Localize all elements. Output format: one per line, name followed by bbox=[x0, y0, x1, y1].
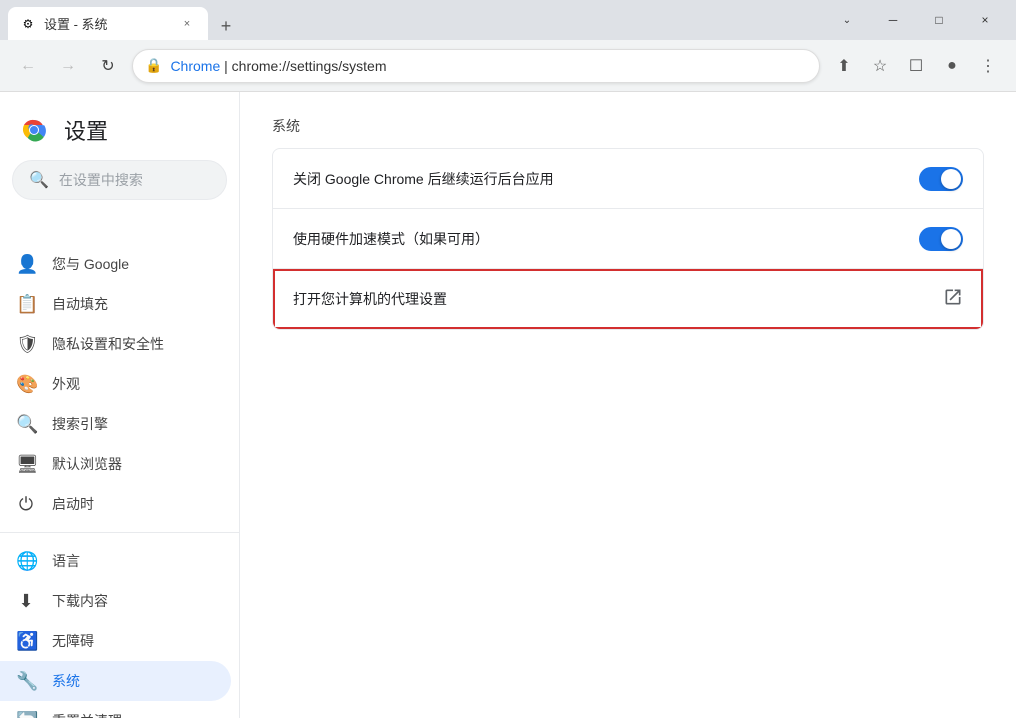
shield-icon: 🛡 bbox=[16, 334, 36, 355]
sidebar-item-label: 重置并清理 bbox=[52, 711, 122, 718]
sidebar-item-label: 搜索引擎 bbox=[52, 414, 108, 434]
sidebar-item-label: 系统 bbox=[52, 671, 80, 691]
background-apps-toggle[interactable] bbox=[919, 167, 963, 191]
url-separator: | bbox=[220, 58, 231, 74]
new-tab-button[interactable]: + bbox=[212, 12, 240, 40]
main-layout: 设置 🔍 在设置中搜索 👤 您与 Google 📋 自动填充 🛡 隐私设置和安全… bbox=[0, 92, 1016, 718]
addressbar-actions: ⬆ ☆ ☐ ● ⋮ bbox=[828, 50, 1004, 82]
sidebar-item-google-account[interactable]: 👤 您与 Google bbox=[0, 244, 231, 284]
forward-button[interactable]: → bbox=[52, 50, 84, 82]
toggle-knob bbox=[941, 229, 961, 249]
titlebar: ⚙ 设置 - 系统 × + ⌄ ─ □ × bbox=[0, 0, 1016, 40]
sidebar-item-label: 语言 bbox=[52, 551, 80, 571]
appearance-icon: 🎨 bbox=[16, 374, 36, 395]
tab-strip: ⚙ 设置 - 系统 × + bbox=[8, 0, 824, 40]
tab-favicon: ⚙ bbox=[20, 16, 36, 32]
person-icon: 👤 bbox=[16, 254, 36, 275]
sidebar-item-appearance[interactable]: 🎨 外观 bbox=[0, 364, 231, 404]
sidebar-item-language[interactable]: 🌐 语言 bbox=[0, 541, 231, 581]
sidebar-title: 设置 bbox=[64, 114, 108, 146]
sidebar-item-default-browser[interactable]: 🖥 默认浏览器 bbox=[0, 444, 231, 484]
download-icon: ⬇ bbox=[16, 591, 36, 612]
sidebar-item-system[interactable]: 🔧 系统 bbox=[0, 661, 231, 701]
external-link-icon[interactable] bbox=[943, 287, 963, 312]
maximize-button[interactable]: □ bbox=[916, 0, 962, 40]
bookmark-button[interactable]: ☆ bbox=[864, 50, 896, 82]
window-controls: ⌄ ─ □ × bbox=[824, 0, 1008, 40]
toggle-knob bbox=[941, 169, 961, 189]
sidebar-item-reset[interactable]: 🔄 重置并清理 bbox=[0, 701, 231, 718]
back-button[interactable]: ← bbox=[12, 50, 44, 82]
url-lock-icon: 🔒 bbox=[145, 57, 162, 74]
sidebar-item-label: 隐私设置和安全性 bbox=[52, 334, 164, 354]
settings-search-bar[interactable]: 🔍 在设置中搜索 bbox=[12, 160, 227, 200]
url-path: chrome://settings/system bbox=[232, 58, 387, 74]
hardware-acceleration-label: 使用硬件加速模式（如果可用） bbox=[293, 229, 903, 249]
hardware-acceleration-toggle[interactable] bbox=[919, 227, 963, 251]
proxy-settings-row[interactable]: 打开您计算机的代理设置 bbox=[273, 269, 983, 329]
search-engine-icon: 🔍 bbox=[16, 414, 36, 435]
sidebar-item-label: 无障碍 bbox=[52, 631, 94, 651]
tab-title: 设置 - 系统 bbox=[44, 14, 170, 33]
sidebar-item-downloads[interactable]: ⬇ 下载内容 bbox=[0, 581, 231, 621]
sidebar-item-search-engine[interactable]: 🔍 搜索引擎 bbox=[0, 404, 231, 444]
sidebar-divider bbox=[0, 532, 239, 533]
hardware-acceleration-row: 使用硬件加速模式（如果可用） bbox=[273, 209, 983, 269]
autofill-icon: 📋 bbox=[16, 294, 36, 315]
sidebar-item-label: 外观 bbox=[52, 374, 80, 394]
reset-icon: 🔄 bbox=[16, 711, 36, 718]
addressbar: ← → ↻ 🔒 Chrome | chrome://settings/syste… bbox=[0, 40, 1016, 92]
background-apps-row: 关闭 Google Chrome 后继续运行后台应用 bbox=[273, 149, 983, 209]
url-bar[interactable]: 🔒 Chrome | chrome://settings/system bbox=[132, 49, 820, 83]
sidebar: 设置 🔍 在设置中搜索 👤 您与 Google 📋 自动填充 🛡 隐私设置和安全… bbox=[0, 92, 240, 718]
tab-close-button[interactable]: × bbox=[178, 15, 196, 33]
sidebar-item-startup[interactable]: ⏻ 启动时 bbox=[0, 484, 231, 524]
minimize-button[interactable]: ─ bbox=[870, 0, 916, 40]
sidebar-item-label: 默认浏览器 bbox=[52, 454, 122, 474]
search-placeholder: 在设置中搜索 bbox=[59, 170, 143, 190]
collapse-button[interactable]: ⌄ bbox=[824, 0, 870, 40]
url-brand: Chrome bbox=[170, 58, 220, 74]
active-tab[interactable]: ⚙ 设置 - 系统 × bbox=[8, 7, 208, 40]
sidebar-header: 设置 bbox=[0, 92, 239, 160]
settings-content: 系统 关闭 Google Chrome 后继续运行后台应用 使用硬件加速模式（如… bbox=[240, 92, 1016, 718]
profile-button[interactable]: ● bbox=[936, 50, 968, 82]
sidebar-item-accessibility[interactable]: ♿ 无障碍 bbox=[0, 621, 231, 661]
close-button[interactable]: × bbox=[962, 0, 1008, 40]
sidebar-nav: 👤 您与 Google 📋 自动填充 🛡 隐私设置和安全性 🎨 外观 🔍 搜索引… bbox=[0, 240, 239, 718]
sidebar-item-label: 自动填充 bbox=[52, 294, 108, 314]
section-title: 系统 bbox=[272, 116, 984, 136]
url-text: Chrome | chrome://settings/system bbox=[170, 58, 807, 74]
sidebar-item-label: 您与 Google bbox=[52, 254, 129, 274]
reload-button[interactable]: ↻ bbox=[92, 50, 124, 82]
proxy-settings-label: 打开您计算机的代理设置 bbox=[293, 289, 927, 309]
tab-search-button[interactable]: ☐ bbox=[900, 50, 932, 82]
browser-icon: 🖥 bbox=[16, 454, 36, 475]
sidebar-item-privacy[interactable]: 🛡 隐私设置和安全性 bbox=[0, 324, 231, 364]
background-apps-label: 关闭 Google Chrome 后继续运行后台应用 bbox=[293, 169, 903, 189]
language-icon: 🌐 bbox=[16, 551, 36, 572]
sidebar-item-autofill[interactable]: 📋 自动填充 bbox=[0, 284, 231, 324]
search-icon: 🔍 bbox=[29, 170, 49, 190]
sidebar-item-label: 下载内容 bbox=[52, 591, 108, 611]
sidebar-item-label: 启动时 bbox=[52, 494, 94, 514]
chrome-logo bbox=[16, 112, 52, 148]
settings-card: 关闭 Google Chrome 后继续运行后台应用 使用硬件加速模式（如果可用… bbox=[272, 148, 984, 330]
system-icon: 🔧 bbox=[16, 671, 36, 692]
more-button[interactable]: ⋮ bbox=[972, 50, 1004, 82]
startup-icon: ⏻ bbox=[16, 494, 36, 515]
accessibility-icon: ♿ bbox=[16, 631, 36, 652]
share-button[interactable]: ⬆ bbox=[828, 50, 860, 82]
